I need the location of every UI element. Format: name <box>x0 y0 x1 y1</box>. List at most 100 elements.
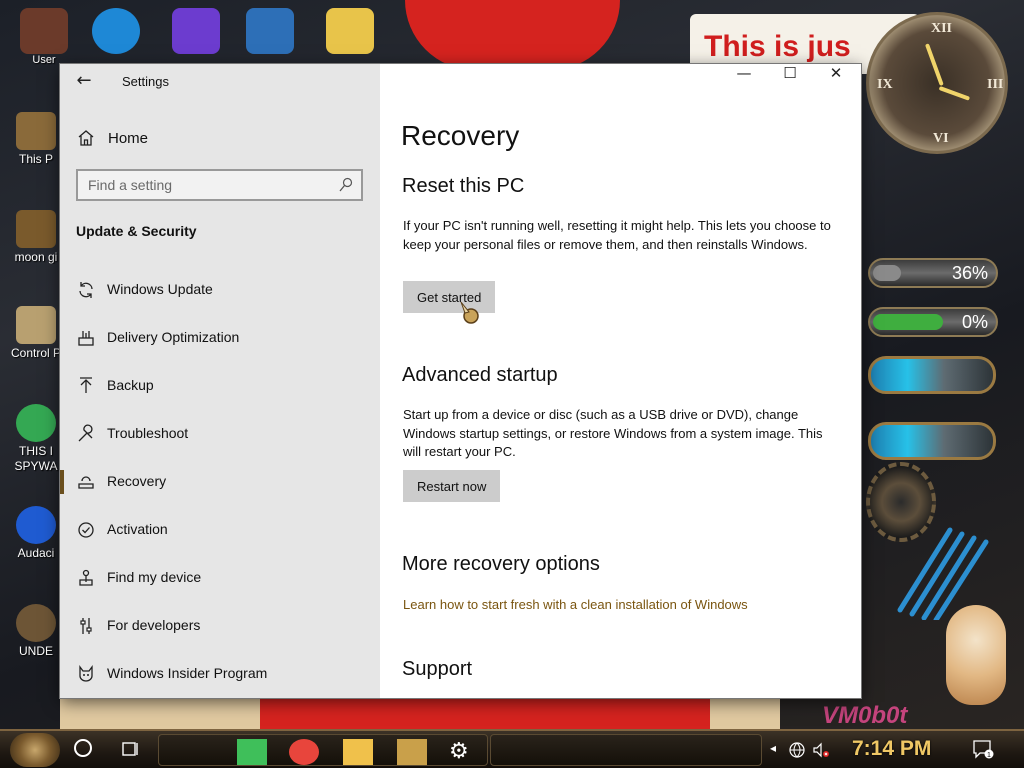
taskbar-open-area <box>490 734 762 766</box>
recovery-icon <box>78 476 94 489</box>
taskbar-pinned-apps: ⚙ <box>158 734 488 766</box>
minimize-icon: — <box>736 64 752 82</box>
control-panel-icon <box>16 306 56 344</box>
chrome-icon[interactable] <box>289 739 319 765</box>
sidebar-item-home[interactable]: Home <box>60 122 380 156</box>
sidebar-item-troubleshoot[interactable]: Troubleshoot <box>60 410 380 458</box>
settings-sidebar: ← Settings Home Update & Security <box>60 64 380 698</box>
sidebar-item-windows-update[interactable]: Windows Update <box>60 266 380 314</box>
advanced-startup-heading: Advanced startup <box>402 364 558 386</box>
visual-studio-icon <box>172 8 220 54</box>
developer-sliders-icon <box>80 618 92 634</box>
notepad-green-icon[interactable] <box>237 739 267 765</box>
clock-time[interactable]: 7:14 PM <box>852 737 931 761</box>
notification-icon: 1 <box>973 740 994 759</box>
close-icon: ✕ <box>829 64 843 82</box>
clean-install-link[interactable]: Learn how to start fresh with a clean in… <box>403 597 748 612</box>
desktop-icon-chrome[interactable]: THIS I SPYWA <box>6 404 66 474</box>
section-heading: Update & Security <box>76 223 197 239</box>
title-bar: ← Settings <box>60 64 380 98</box>
edge-icon <box>92 8 140 54</box>
wallpaper-watermark: VM0b0t <box>822 702 908 729</box>
sidebar-item-recovery[interactable]: Recovery <box>60 458 380 506</box>
advanced-startup-description: Start up from a device or disc (such as … <box>403 407 823 459</box>
maximize-icon: ☐ <box>783 64 797 82</box>
recycle-bin-icon <box>16 210 56 248</box>
desktop-icon-edge[interactable] <box>86 4 146 64</box>
sidebar-item-label: Home <box>108 130 149 147</box>
desktop-icon-moon[interactable]: moon gi <box>6 210 66 264</box>
maximize-button[interactable]: ☐ <box>767 64 813 98</box>
game-app-icon[interactable] <box>397 739 427 765</box>
sync-icon <box>79 282 93 298</box>
settings-window: ← Settings Home Update & Security <box>60 64 861 698</box>
insider-cat-icon <box>79 665 93 682</box>
start-button[interactable] <box>10 733 60 767</box>
sidebar-item-for-developers[interactable]: For developers <box>60 602 380 650</box>
network-globe-icon[interactable] <box>788 741 806 759</box>
close-button[interactable]: ✕ <box>813 64 859 98</box>
sidebar-item-label: Recovery <box>107 473 167 489</box>
user-folder-icon <box>20 8 68 54</box>
file-explorer-icon[interactable] <box>343 739 373 765</box>
mouse-cursor-icon <box>460 301 479 324</box>
backup-upload-icon <box>80 377 92 393</box>
tube-gauge-1 <box>868 356 996 394</box>
back-button[interactable]: ← <box>72 70 96 94</box>
sidebar-item-find-my-device[interactable]: Find my device <box>60 554 380 602</box>
search-input[interactable] <box>88 175 333 195</box>
sidebar-item-label: Activation <box>107 521 168 537</box>
cortana-search-icon[interactable] <box>74 739 92 757</box>
show-hidden-icons-chevron-icon[interactable]: ◂ <box>770 741 776 755</box>
sidebar-item-backup[interactable]: Backup <box>60 362 380 410</box>
speaker-muted-icon[interactable] <box>812 741 830 759</box>
wallpaper-red-shape <box>405 0 620 70</box>
desktop-icon-this-pc[interactable]: This P <box>6 112 66 166</box>
home-icon <box>78 130 94 146</box>
search-icon <box>339 177 353 192</box>
desktop-icon-virtualbox[interactable] <box>240 4 300 64</box>
find-device-icon <box>79 569 93 586</box>
check-circle-icon <box>78 522 94 538</box>
clock-gadget: XII III VI IX <box>866 12 1008 154</box>
sidebar-item-activation[interactable]: Activation <box>60 506 380 554</box>
cpu-gauge: 36% <box>868 258 998 288</box>
taskbar: ⚙ ◂ 7:14 PM 1 <box>0 729 1024 768</box>
desktop-icon-visual-studio[interactable] <box>166 4 226 64</box>
sidebar-item-label: Backup <box>107 377 154 393</box>
reset-pc-description: If your PC isn't running well, resetting… <box>403 218 831 252</box>
wrench-icon <box>78 424 93 442</box>
sidebar-item-label: Windows Insider Program <box>107 665 268 681</box>
tube-gauge-2 <box>868 422 996 460</box>
hxd-icon <box>326 8 374 54</box>
sidebar-item-delivery-optimization[interactable]: Delivery Optimization <box>60 314 380 362</box>
desktop-icon-control-panel[interactable]: Control P <box>6 306 66 360</box>
this-pc-icon <box>16 112 56 150</box>
support-heading: Support <box>402 658 473 680</box>
search-box <box>76 169 363 201</box>
back-arrow-icon: ← <box>76 70 92 91</box>
audacity-icon <box>16 506 56 544</box>
svg-text:1: 1 <box>987 752 991 759</box>
desktop-icon-undelete[interactable]: UNDE <box>6 604 66 658</box>
settings-gear-icon: ⚙ <box>449 739 469 764</box>
task-view-icon[interactable] <box>120 739 140 759</box>
action-center-button[interactable]: 1 <box>972 739 994 759</box>
taskbar-settings-button[interactable]: ⚙ <box>449 739 479 765</box>
app-title: Settings <box>122 74 169 89</box>
desktop-icon-user[interactable]: User <box>14 4 74 66</box>
desktop-icon-hxd[interactable] <box>320 4 380 64</box>
chrome-icon <box>16 404 56 442</box>
desktop-icon-audacity[interactable]: Audaci <box>6 506 66 560</box>
restart-now-button[interactable]: Restart now <box>403 470 501 502</box>
sidebar-item-label: Troubleshoot <box>107 425 189 441</box>
sidebar-item-windows-insider[interactable]: Windows Insider Program <box>60 650 380 698</box>
sidebar-item-label: Windows Update <box>107 281 213 297</box>
memory-gauge: 0% <box>868 307 998 337</box>
minimize-button[interactable]: — <box>721 64 767 98</box>
sidebar-item-label: Delivery Optimization <box>107 329 240 345</box>
delivery-optimization-icon <box>78 331 94 346</box>
virtualbox-icon <box>246 8 294 54</box>
undelete-icon <box>16 604 56 642</box>
more-recovery-heading: More recovery options <box>402 553 600 575</box>
